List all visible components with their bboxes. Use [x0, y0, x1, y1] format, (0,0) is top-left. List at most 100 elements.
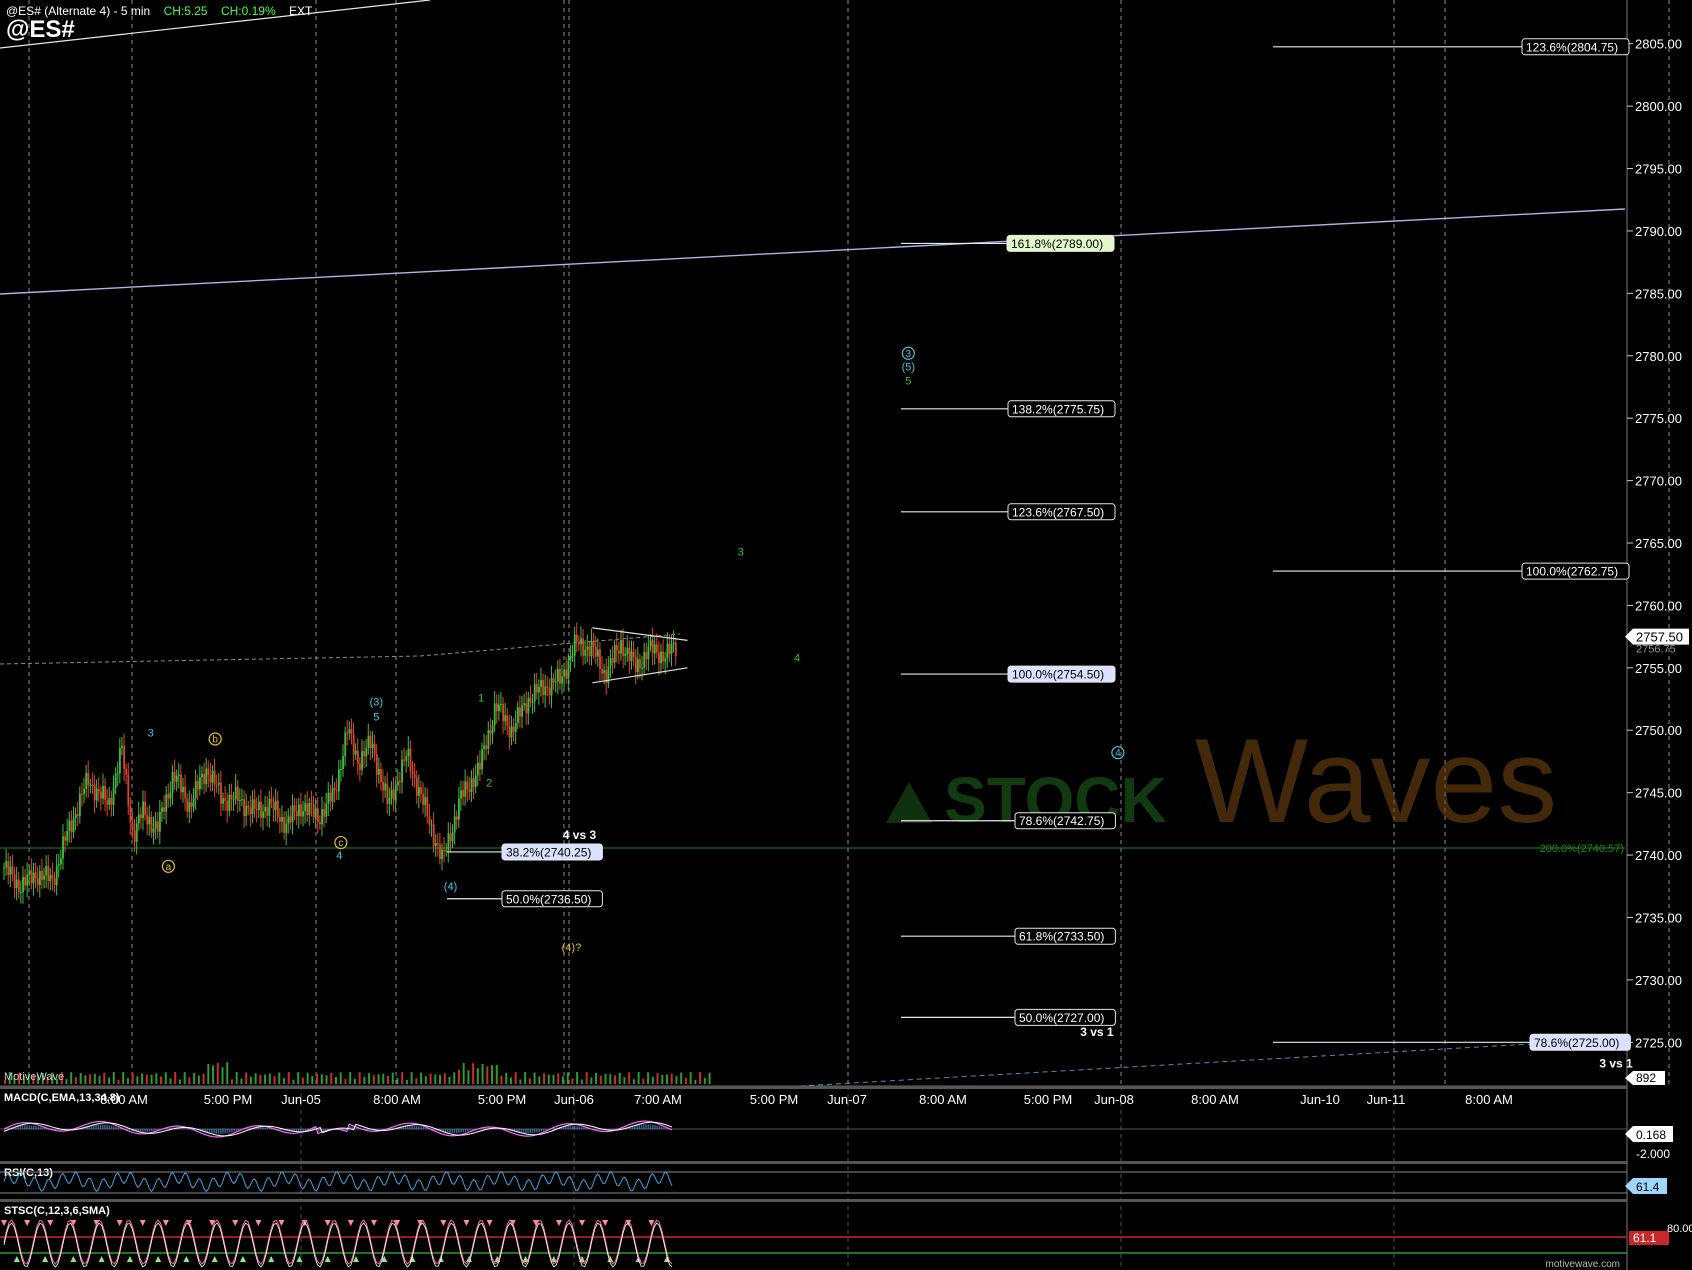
- stoch-sell-marker: [370, 1220, 377, 1226]
- macd-histogram-bar: [266, 1127, 269, 1129]
- macd-histogram-bar: [28, 1125, 30, 1129]
- candle-body: [85, 773, 88, 790]
- stoch-sell-marker: [579, 1220, 586, 1226]
- macd-histogram-bar: [351, 1126, 353, 1129]
- time-tick-label: Jun-10: [1300, 1092, 1340, 1107]
- candle-body: [152, 828, 155, 833]
- volume-bar: [330, 1073, 333, 1084]
- volume-bar: [368, 1073, 371, 1084]
- candle-body: [116, 773, 119, 775]
- candle-body: [93, 784, 96, 801]
- volume-bar: [349, 1072, 352, 1084]
- volume-bar: [495, 1064, 498, 1084]
- candle-body: [186, 798, 189, 812]
- volume-bar: [74, 1077, 77, 1084]
- candle-body: [552, 678, 555, 683]
- candle-body: [354, 750, 357, 755]
- moving-average-line: [419, 633, 681, 657]
- candle-body: [658, 652, 660, 664]
- macd-readout: 0.168: [1636, 1128, 1666, 1142]
- chart-canvas[interactable]: 8:00 AM 5:00 PM Jun-05 8:00 AM 5:00 PM Jun-06…: [0, 0, 1692, 1270]
- volume-bar: [325, 1075, 328, 1084]
- candle-body: [68, 820, 71, 831]
- volume-bar: [500, 1075, 503, 1084]
- macd-histogram-bar: [484, 1127, 487, 1129]
- macd-histogram-bar: [55, 1129, 57, 1130]
- candle-body: [489, 730, 492, 734]
- volume-bar: [448, 1076, 451, 1084]
- volume-bar: [84, 1075, 87, 1084]
- candle-body: [472, 778, 475, 787]
- volume-bar: [174, 1072, 177, 1084]
- time-tick-label: Jun-08: [1094, 1092, 1134, 1107]
- wave-labels: 3(3)54(4)1234(5)5(4)?abc344 vs 33 vs 13 …: [148, 346, 1633, 1070]
- candle-body: [380, 768, 382, 782]
- time-tick-label: 8:00 AM: [373, 1092, 421, 1107]
- candle-body: [441, 849, 443, 860]
- candle-body: [527, 697, 530, 714]
- candle-body: [340, 769, 342, 771]
- stoch-buy-marker: [324, 1256, 331, 1262]
- candle-body: [599, 649, 601, 669]
- candle-body: [215, 784, 218, 786]
- macd-histogram-bar: [643, 1124, 645, 1129]
- candle-body: [182, 786, 184, 793]
- volume-bar: [334, 1077, 337, 1084]
- volume-bar: [70, 1072, 73, 1084]
- candle-body: [651, 639, 654, 654]
- candle-body: [201, 773, 203, 778]
- volume-bar: [377, 1074, 380, 1084]
- wave-label: (3): [370, 696, 383, 708]
- macd-histogram-bar: [424, 1127, 427, 1129]
- fib-level-label: 100.0%(2762.75): [1526, 565, 1618, 579]
- volume-bar: [273, 1076, 276, 1084]
- candle-body: [142, 801, 144, 819]
- price-tick-label: 2795.00: [1635, 162, 1682, 177]
- price-tick-label: 2745.00: [1635, 786, 1682, 801]
- candle-body: [432, 824, 435, 847]
- volume-bar: [401, 1072, 404, 1084]
- volume-bar: [235, 1072, 238, 1084]
- time-tick-label: 7:00 AM: [634, 1092, 682, 1107]
- macd-histogram-bar: [228, 1129, 231, 1133]
- macd-histogram-bar: [260, 1127, 262, 1129]
- candle-body: [150, 817, 153, 833]
- candle-body: [308, 802, 311, 815]
- macd-histogram-bar: [217, 1129, 220, 1134]
- candle-body: [177, 774, 180, 776]
- macd-histogram-bar: [219, 1129, 222, 1134]
- candle-body: [207, 768, 210, 776]
- candle-body: [672, 642, 675, 645]
- candle-body: [535, 684, 538, 693]
- volume-bar: [557, 1073, 560, 1084]
- wave-label: 2: [486, 777, 492, 789]
- stoch-buy-marker: [522, 1256, 529, 1262]
- macd-histogram-bar: [482, 1128, 485, 1129]
- volume-bar: [561, 1076, 564, 1084]
- candle-body: [230, 794, 233, 800]
- volume-bar: [249, 1076, 252, 1084]
- volume-bar: [306, 1072, 309, 1084]
- candle-body: [424, 797, 427, 805]
- candle-body: [249, 807, 252, 815]
- candle-body: [287, 816, 290, 824]
- volume-bar: [278, 1072, 281, 1084]
- macd-histogram-bar: [108, 1125, 111, 1129]
- volume-bar: [590, 1077, 593, 1084]
- candle-body: [329, 792, 332, 802]
- stoch-sell-marker: [1, 1220, 7, 1226]
- candle-body: [62, 836, 64, 859]
- volume-bar: [675, 1076, 678, 1084]
- macd-histogram-bar: [640, 1124, 643, 1129]
- macd-histogram-bar: [106, 1124, 108, 1129]
- volume-bar: [694, 1079, 697, 1084]
- macd-histogram-bar: [571, 1125, 574, 1129]
- candle-body: [546, 686, 549, 688]
- stoch-sell-marker: [555, 1220, 562, 1226]
- volume-bar: [491, 1065, 494, 1084]
- time-tick-label: Jun-05: [281, 1092, 321, 1107]
- candle-body: [411, 771, 414, 775]
- candle-body: [108, 798, 111, 805]
- price-tick-label: 2740.00: [1635, 848, 1682, 863]
- volume-bar: [391, 1072, 394, 1084]
